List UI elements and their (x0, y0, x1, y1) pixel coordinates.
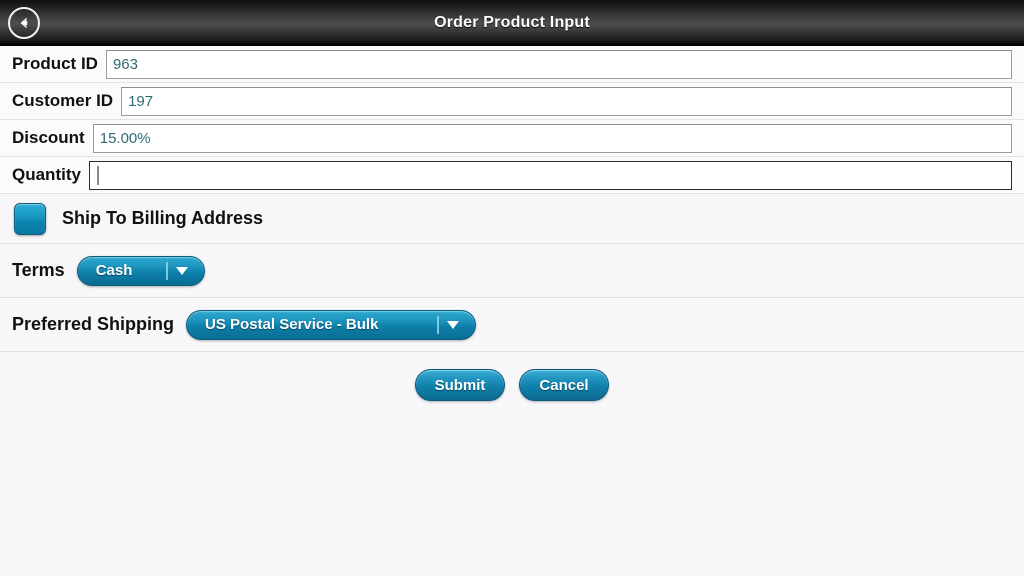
label-customer-id: Customer ID (12, 91, 114, 110)
label-product-id: Product ID (12, 54, 98, 73)
form-fields: Product ID 963 Customer ID 197 Discount … (0, 46, 1024, 194)
app-root: Order Product Input Product ID 963 Custo… (0, 0, 1024, 576)
dropdown-divider (165, 261, 168, 280)
back-arrow-circle-icon (15, 14, 33, 32)
input-product-id[interactable]: 963 (105, 49, 1012, 79)
label-quantity: Quantity (12, 165, 81, 184)
field-row-customer-id: Customer ID 197 (0, 83, 1024, 120)
input-customer-id-value: 197 (128, 92, 154, 110)
label-preferred-shipping: Preferred Shipping (12, 314, 175, 334)
label-terms: Terms (12, 260, 65, 280)
submit-button[interactable]: Submit (415, 369, 505, 401)
dropdown-divider (437, 315, 440, 334)
select-row-preferred-shipping: Preferred Shipping US Postal Service - B… (0, 298, 1024, 352)
field-row-discount: Discount 15.00% (0, 120, 1024, 157)
input-discount-value: 15.00% (99, 129, 151, 147)
titlebar: Order Product Input (0, 0, 1024, 46)
ship-to-billing-label: Ship To Billing Address (62, 208, 264, 228)
input-product-id-value: 963 (112, 55, 138, 73)
preferred-shipping-dropdown[interactable]: US Postal Service - Bulk (186, 309, 477, 340)
select-row-terms: Terms Cash (0, 244, 1024, 298)
terms-dropdown-value: Cash (95, 262, 133, 279)
ship-to-billing-checkbox[interactable] (14, 202, 46, 235)
chevron-down-icon (447, 320, 460, 329)
text-caret (96, 165, 99, 185)
action-bar: Submit Cancel (0, 352, 1024, 401)
back-button[interactable] (8, 6, 40, 39)
cancel-button[interactable]: Cancel (519, 369, 609, 401)
field-row-product-id: Product ID 963 (0, 46, 1024, 83)
checkbox-row-ship-to-billing[interactable]: Ship To Billing Address (0, 194, 1024, 244)
input-discount[interactable]: 15.00% (92, 123, 1012, 153)
label-discount: Discount (12, 128, 85, 147)
page-title: Order Product Input (434, 13, 590, 31)
terms-dropdown[interactable]: Cash (76, 255, 205, 286)
preferred-shipping-dropdown-value: US Postal Service - Bulk (205, 316, 379, 333)
chevron-down-icon (175, 266, 188, 275)
input-quantity[interactable] (88, 160, 1012, 190)
field-row-quantity: Quantity (0, 157, 1024, 194)
input-customer-id[interactable]: 197 (121, 86, 1012, 116)
